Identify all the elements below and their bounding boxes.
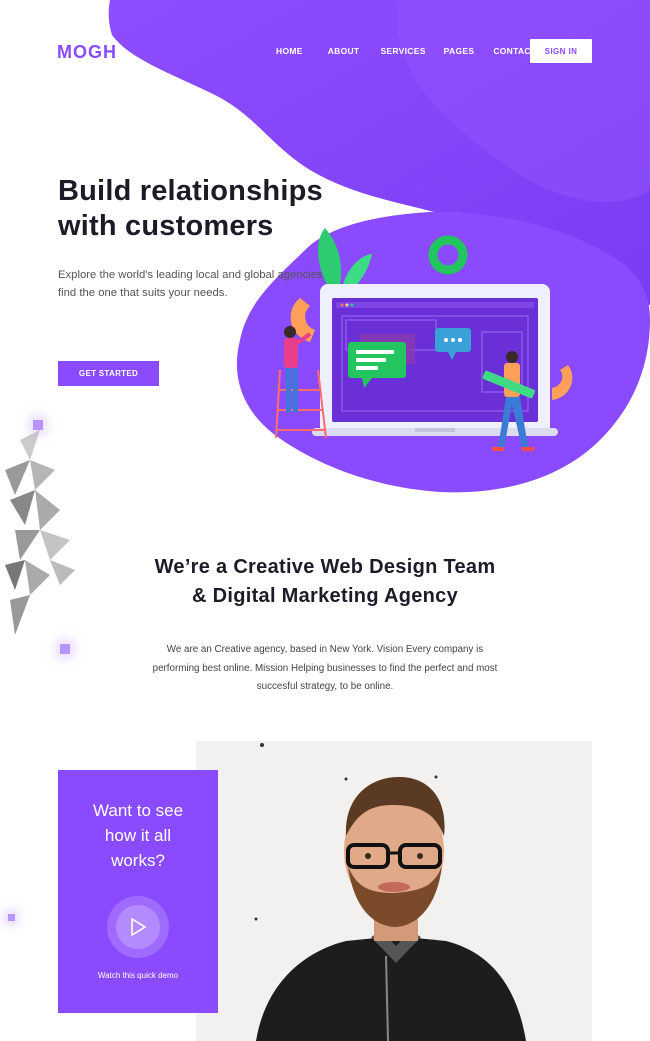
decor-square	[60, 644, 70, 654]
main-nav: HOME ABOUT SERVICES PAGES CONTACT	[276, 46, 536, 56]
decor-square	[33, 420, 43, 430]
promo-caption: Watch this quick demo	[97, 971, 179, 980]
promo-title-line: how it all	[104, 826, 172, 845]
hero-illustration	[275, 228, 573, 451]
geometric-decoration	[0, 400, 90, 660]
intro-title: We’re a Creative Web Design Team & Digit…	[0, 553, 650, 611]
site-header: MOGH HOME ABOUT SERVICES PAGES CONTACT S…	[0, 0, 650, 100]
nav-pages[interactable]: PAGES	[444, 46, 475, 56]
promo-title-line: works?	[111, 851, 165, 870]
intro-text-line: succesful strategy, to be online.	[256, 681, 394, 692]
intro-text: We are an Creative agency, based in New …	[115, 641, 535, 697]
nav-services[interactable]: SERVICES	[380, 46, 425, 56]
ring-shape	[428, 235, 468, 275]
hero-title-line: Build relationships	[58, 175, 323, 207]
decor-square	[8, 914, 15, 921]
play-button-inner[interactable]	[116, 905, 160, 949]
intro-title-line: We’re a Creative Web Design Team	[154, 556, 496, 578]
person-figure	[284, 326, 296, 338]
team-member-photo	[196, 741, 592, 1041]
video-promo-card: Want to see how it all works? Watch this…	[58, 770, 218, 1013]
leaf-shape	[318, 228, 342, 292]
play-icon	[131, 918, 146, 936]
play-button[interactable]	[107, 896, 169, 958]
person-figure	[506, 351, 518, 363]
nav-home[interactable]: HOME	[276, 46, 303, 56]
get-started-button[interactable]: GET STARTED	[58, 361, 159, 386]
intro-text-line: performing best online. Mission Helping …	[152, 662, 498, 674]
signin-button[interactable]: SIGN IN	[530, 39, 592, 63]
intro-title-line: & Digital Marketing Agency	[192, 585, 458, 607]
nav-about[interactable]: ABOUT	[328, 46, 360, 56]
promo-title-line: Want to see	[92, 801, 184, 820]
brand-logo[interactable]: MOGH	[57, 42, 117, 63]
arc-shape	[552, 365, 573, 400]
intro-text-line: We are an Creative agency, based in New …	[166, 644, 484, 655]
promo-title: Want to see how it all works?	[58, 798, 218, 873]
hero-subtitle-line: find the one that suits your needs.	[58, 286, 228, 299]
hero-title-line: with customers	[58, 210, 274, 242]
